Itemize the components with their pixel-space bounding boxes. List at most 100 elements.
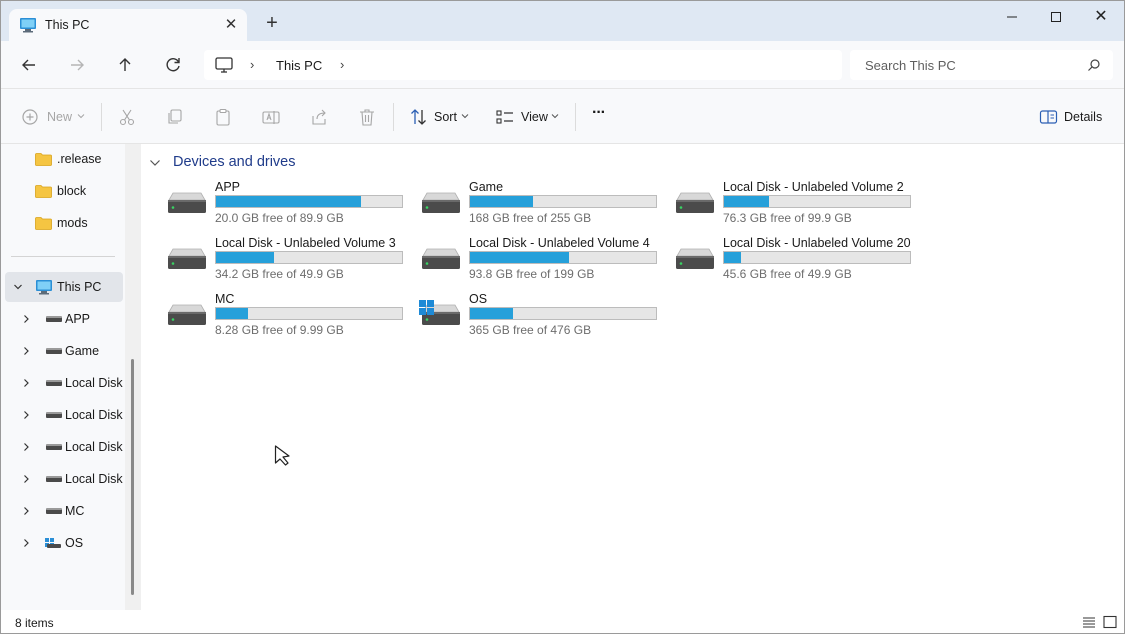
chevron-right-icon[interactable] — [21, 474, 31, 484]
sidebar-item-drive[interactable]: MC — [5, 496, 123, 526]
computer-icon — [36, 280, 52, 295]
drive-tile[interactable]: APP 20.0 GB free of 89.9 GB — [165, 180, 415, 234]
plus-circle-icon — [22, 109, 38, 125]
search-box[interactable]: Search This PC — [850, 50, 1113, 80]
chevron-down-icon[interactable] — [149, 159, 161, 167]
chevron-down-icon[interactable] — [13, 282, 23, 292]
sidebar-item-drive[interactable]: Local Disk - — [5, 432, 123, 462]
drive-tile[interactable]: Game 168 GB free of 255 GB — [419, 180, 669, 234]
sidebar-item-drive[interactable]: OS — [5, 528, 123, 558]
share-button[interactable] — [309, 106, 329, 128]
maximize-button[interactable] — [1038, 5, 1074, 29]
hard-drive-icon — [422, 248, 460, 269]
computer-icon — [215, 57, 233, 73]
breadcrumb-this-pc[interactable]: This PC — [276, 58, 322, 73]
drive-tile[interactable]: MC 8.28 GB free of 9.99 GB — [165, 292, 415, 346]
drive-tile[interactable]: Local Disk - Unlabeled Volume 2 76.3 GB f… — [673, 180, 923, 234]
sidebar-item-release[interactable]: .release — [5, 144, 123, 174]
hard-drive-icon — [676, 192, 714, 213]
sidebar-item-drive[interactable]: Local Disk - — [5, 400, 123, 430]
forward-button[interactable] — [65, 53, 89, 77]
sidebar-item-block[interactable]: block — [5, 176, 123, 206]
new-button[interactable]: New — [21, 106, 85, 128]
drive-usage-bar — [469, 307, 657, 320]
more-options-button[interactable]: ··· — [591, 104, 613, 128]
cut-button[interactable] — [117, 106, 137, 128]
drive-name: MC — [215, 292, 235, 306]
sidebar-item-label: Local Disk - — [65, 376, 123, 390]
breadcrumb[interactable]: › This PC › — [204, 50, 842, 80]
breadcrumb-separator[interactable]: › — [250, 57, 254, 72]
tab-this-pc[interactable]: This PC ✕ — [9, 9, 247, 41]
drive-icon — [46, 444, 62, 450]
drive-usage-bar — [215, 307, 403, 320]
hard-drive-icon — [168, 192, 206, 213]
chevron-right-icon[interactable] — [21, 442, 31, 452]
sidebar-item-mods[interactable]: mods — [5, 208, 123, 238]
sidebar-item-label: Local Disk - — [65, 440, 123, 454]
sidebar-item-drive[interactable]: Local Disk - — [5, 368, 123, 398]
folder-icon — [35, 185, 52, 198]
drive-icon — [46, 348, 62, 354]
drive-tile[interactable]: Local Disk - Unlabeled Volume 20 45.6 GB … — [673, 236, 923, 290]
large-icons-view-icon[interactable] — [1102, 615, 1118, 629]
copy-button[interactable] — [165, 106, 185, 128]
windows-drive-icon — [45, 538, 61, 548]
drive-icon — [46, 476, 62, 482]
address-bar: › This PC › Search This PC — [1, 41, 1124, 89]
sort-label: Sort — [434, 110, 457, 124]
up-button[interactable] — [113, 53, 137, 77]
tab-title: This PC — [45, 18, 90, 32]
drive-tile[interactable]: OS 365 GB free of 476 GB — [419, 292, 669, 346]
refresh-button[interactable] — [161, 53, 185, 77]
details-view-icon[interactable] — [1081, 615, 1097, 629]
new-tab-button[interactable]: + — [262, 13, 282, 33]
search-input[interactable]: Search This PC — [865, 58, 956, 73]
drive-icon — [46, 508, 62, 514]
breadcrumb-separator[interactable]: › — [340, 57, 344, 72]
drive-free-space: 8.28 GB free of 9.99 GB — [215, 323, 344, 337]
back-arrow-icon — [22, 59, 35, 71]
drive-usage-fill — [470, 252, 569, 263]
refresh-icon — [166, 58, 180, 72]
close-window-button[interactable]: ✕ — [1083, 5, 1119, 29]
chevron-right-icon[interactable] — [21, 378, 31, 388]
scrollbar-thumb[interactable] — [131, 359, 134, 595]
drive-usage-fill — [724, 196, 769, 207]
chevron-right-icon[interactable] — [21, 410, 31, 420]
rename-button[interactable] — [261, 106, 281, 128]
details-pane-button[interactable]: Details — [1039, 106, 1103, 128]
chevron-right-icon[interactable] — [21, 506, 31, 516]
chevron-right-icon[interactable] — [21, 314, 31, 324]
sidebar-item-label: This PC — [57, 280, 102, 294]
sidebar-item-drive[interactable]: Local Disk - — [5, 464, 123, 494]
delete-button[interactable] — [357, 106, 377, 128]
drive-icon — [46, 316, 62, 322]
view-label: View — [521, 110, 548, 124]
drive-tile[interactable]: Local Disk - Unlabeled Volume 3 34.2 GB f… — [165, 236, 415, 290]
drive-name: Local Disk - Unlabeled Volume 3 — [215, 236, 396, 250]
drive-tile[interactable]: Local Disk - Unlabeled Volume 4 93.8 GB f… — [419, 236, 669, 290]
windows-drive-icon — [419, 300, 460, 325]
maximize-icon — [1051, 12, 1061, 22]
sidebar-item-drive[interactable]: Game — [5, 336, 123, 366]
copy-icon — [168, 109, 182, 124]
search-icon — [1088, 59, 1100, 71]
paste-button[interactable] — [213, 106, 233, 128]
view-button[interactable]: View — [495, 106, 561, 128]
sort-button[interactable]: Sort — [409, 106, 473, 128]
sidebar-item-drive[interactable]: APP — [5, 304, 123, 334]
divider — [11, 256, 115, 257]
drive-free-space: 168 GB free of 255 GB — [469, 211, 592, 225]
folder-icon — [35, 153, 52, 166]
chevron-right-icon[interactable] — [21, 538, 31, 548]
chevron-right-icon[interactable] — [21, 346, 31, 356]
minimize-button[interactable] — [994, 5, 1030, 29]
drive-icon — [46, 380, 62, 386]
rename-icon — [262, 111, 280, 124]
sidebar-item-this-pc[interactable]: This PC — [5, 272, 123, 302]
back-button[interactable] — [17, 53, 41, 77]
sidebar-item-label: .release — [57, 152, 102, 166]
details-label: Details — [1064, 110, 1103, 124]
close-tab-button[interactable]: ✕ — [221, 15, 241, 35]
